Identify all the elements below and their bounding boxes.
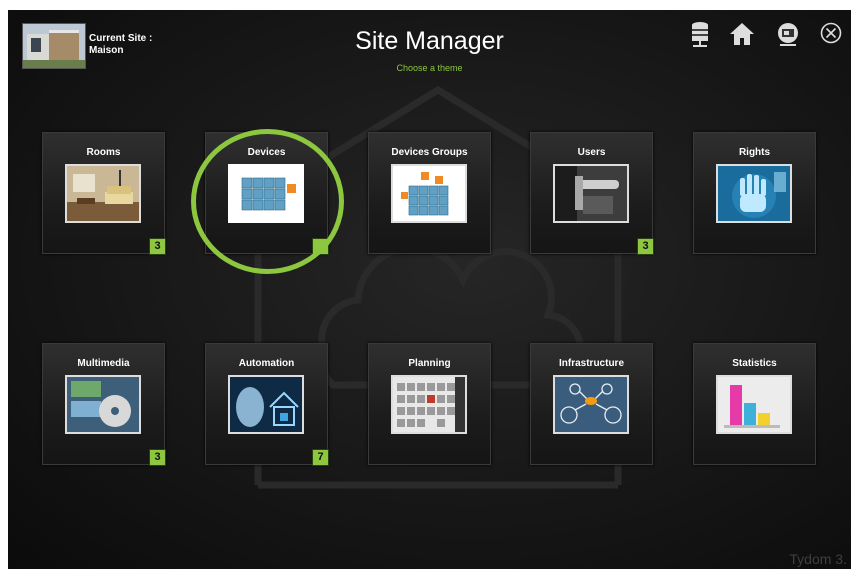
multimedia-image (65, 375, 141, 434)
page-title: Site Manager (355, 27, 504, 55)
close-icon (820, 22, 842, 44)
statistics-image (716, 375, 792, 434)
devices-image (228, 164, 304, 223)
tile-users-label: Users (577, 147, 606, 158)
tile-infrastructure[interactable]: Infrastructure (530, 343, 653, 465)
tile-rooms[interactable]: Rooms 3 (42, 132, 166, 255)
tile-rooms-label: Rooms (86, 147, 121, 158)
close-button[interactable] (818, 21, 844, 49)
devices-groups-image (391, 164, 467, 223)
tile-users-badge: 3 (637, 238, 654, 255)
tile-rights-label: Rights (738, 147, 771, 158)
automation-image (228, 375, 304, 434)
tile-rooms-badge: 3 (149, 238, 166, 255)
tile-automation-label: Automation (238, 358, 295, 369)
tile-devices-groups[interactable]: Devices Groups (368, 132, 491, 254)
tile-multimedia[interactable]: Multimedia 3 (42, 343, 166, 466)
tile-planning[interactable]: Planning (368, 343, 491, 465)
rooms-image (65, 164, 141, 223)
database-icon (692, 22, 708, 47)
tile-rights[interactable]: Rights (693, 132, 816, 254)
tile-planning-label: Planning (408, 358, 451, 369)
home-icon (730, 23, 754, 45)
page-subtitle: Choose a theme (396, 63, 463, 73)
database-button[interactable] (687, 21, 713, 49)
gateway-icon (778, 23, 798, 46)
site-manager-window: Current Site : Maison Site Manager Choos… (8, 10, 851, 569)
tile-devices-badge (312, 238, 329, 255)
tile-automation[interactable]: Automation 7 (205, 343, 329, 466)
tile-users[interactable]: Users 3 (530, 132, 654, 255)
tile-devices-label: Devices (247, 147, 286, 158)
rights-image (716, 164, 792, 223)
users-image (553, 164, 629, 223)
planning-image (391, 375, 467, 434)
tile-devices[interactable]: Devices (205, 132, 329, 255)
tile-multimedia-badge: 3 (149, 449, 166, 466)
tile-statistics-label: Statistics (732, 358, 777, 369)
infrastructure-image (553, 375, 629, 434)
gateway-button[interactable] (775, 21, 801, 49)
house-cloud-background-graphic (254, 85, 622, 489)
home-button[interactable] (729, 21, 755, 49)
tile-statistics[interactable]: Statistics (693, 343, 816, 465)
tile-infrastructure-label: Infrastructure (558, 358, 624, 369)
app-version-watermark: Tydom 3. (789, 551, 847, 567)
tile-automation-badge: 7 (312, 449, 329, 466)
tile-devices-groups-label: Devices Groups (391, 147, 468, 158)
tile-multimedia-label: Multimedia (77, 358, 130, 369)
